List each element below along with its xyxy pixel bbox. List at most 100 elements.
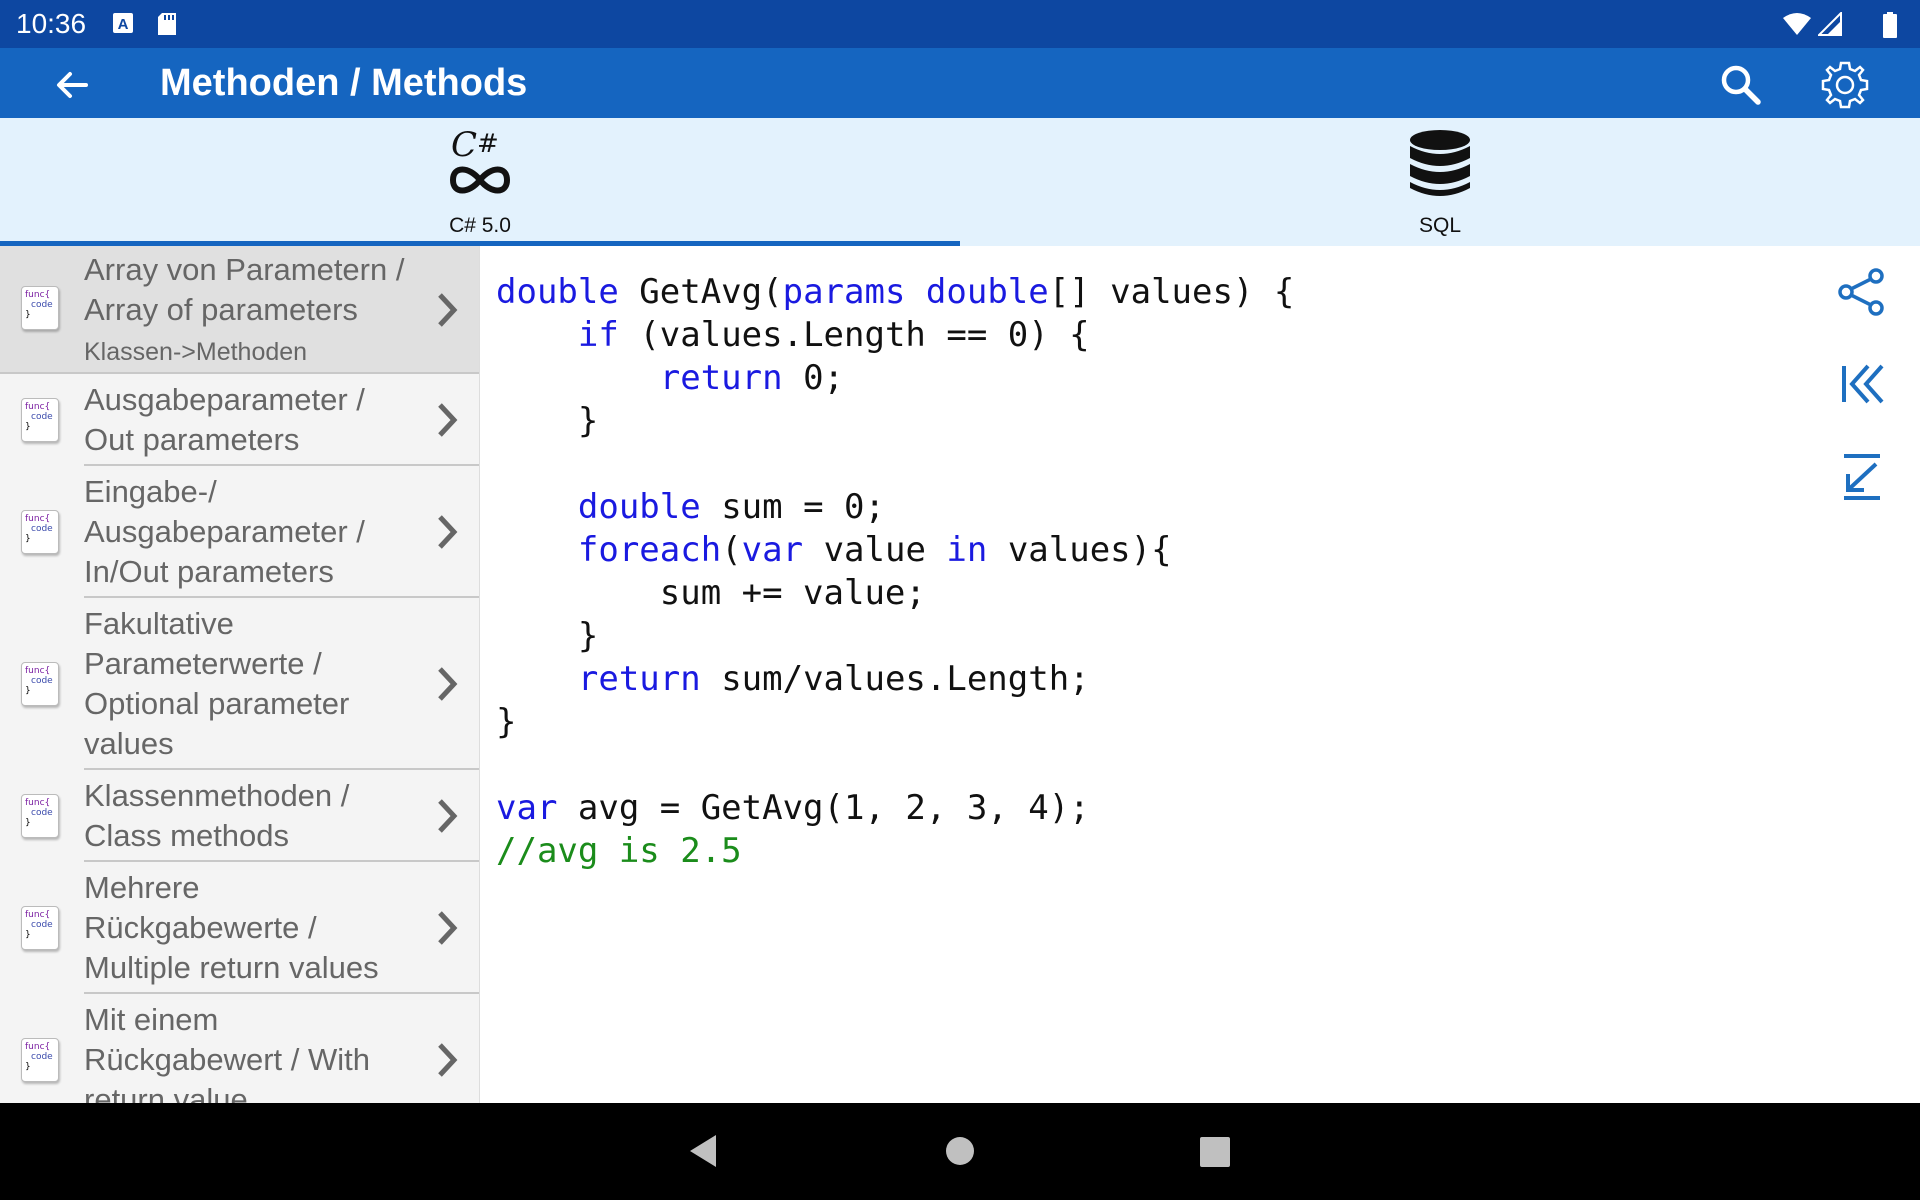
tab-bar: C # C# 5.0 SQL	[0, 118, 1920, 246]
code-line: double GetAvg(params double[] values) {	[496, 272, 1294, 312]
share-icon[interactable]	[1836, 266, 1888, 318]
code-line: return 0;	[496, 358, 844, 398]
csharp-infinity-icon: C #	[449, 128, 511, 194]
app-bar: Methoden / Methods	[0, 48, 1920, 118]
code-keyword: var	[741, 530, 804, 570]
list-item-label: Fakultative Parameterwerte / Optional pa…	[84, 606, 350, 761]
code-text: }	[496, 616, 599, 656]
nav-back-icon[interactable]	[686, 1133, 720, 1169]
system-nav-bar	[0, 1103, 1920, 1200]
code-line: //avg is 2.5	[496, 831, 742, 871]
list-item[interactable]: func{code} Ausgabeparameter / Out parame…	[0, 374, 479, 466]
code-text: }	[496, 401, 599, 441]
code-keyword: return	[577, 659, 701, 699]
list-item[interactable]: func{code} Klassenmethoden / Class metho…	[0, 770, 479, 862]
tab-csharp[interactable]: C # C# 5.0	[0, 118, 960, 246]
code-file-icon: func{code}	[21, 398, 59, 442]
status-bar: 10:36 A	[0, 0, 1920, 48]
code-file-icon: func{code}	[21, 510, 59, 554]
list-item-label: Mit einem Rückgabewert / With return val…	[84, 1002, 370, 1103]
tab-sql-label: SQL	[1418, 214, 1462, 237]
code-text: 0;	[782, 358, 845, 398]
scroll-to-bottom-icon[interactable]	[1836, 450, 1888, 502]
tab-sql[interactable]: SQL	[960, 118, 1920, 246]
code-text: avg = GetAvg(1, 2, 3, 4);	[557, 788, 1090, 828]
database-icon	[1410, 130, 1470, 196]
list-item[interactable]: func{code} Fakultative Parameterwerte / …	[0, 598, 479, 770]
chevron-right-icon	[438, 515, 458, 549]
code-keyword: double	[496, 272, 619, 312]
code-line: return sum/values.Length;	[496, 659, 1090, 699]
tab-csharp-label: C# 5.0	[449, 214, 511, 237]
code-text: values){	[987, 530, 1172, 570]
svg-text:C: C	[451, 128, 477, 165]
list-item-label: Mehrere Rückgabewerte / Multiple return …	[84, 870, 379, 985]
code-keyword: params	[782, 272, 906, 312]
code-line: double sum = 0;	[496, 487, 885, 527]
nav-home-icon[interactable]	[944, 1133, 976, 1169]
code-keyword: if	[577, 315, 619, 355]
code-text: [] values) {	[1048, 272, 1295, 312]
chevron-right-icon	[438, 799, 458, 833]
chevron-right-icon	[438, 293, 458, 327]
chevron-right-icon	[438, 1043, 458, 1077]
settings-gear-icon[interactable]	[1820, 60, 1870, 110]
list-item[interactable]: func{code} Eingabe-/ Ausgabeparameter / …	[0, 466, 479, 598]
code-line: var avg = GetAvg(1, 2, 3, 4);	[496, 788, 1090, 828]
code-text: sum = 0;	[700, 487, 885, 527]
code-line: sum += value;	[496, 573, 926, 613]
first-page-icon[interactable]	[1836, 358, 1888, 410]
search-icon[interactable]	[1718, 62, 1764, 108]
svg-text:A: A	[118, 16, 129, 33]
code-text: (values.Length == 0) {	[618, 315, 1090, 355]
code-file-icon: func{code}	[21, 662, 59, 706]
keyboard-notification-icon: A	[113, 13, 133, 33]
chevron-right-icon	[438, 911, 458, 945]
chevron-right-icon	[438, 403, 458, 437]
code-file-icon: func{code}	[21, 286, 59, 330]
code-line: }	[496, 702, 516, 742]
code-line: }	[496, 401, 598, 441]
code-text: sum += value;	[496, 573, 926, 613]
code-line: if (values.Length == 0) {	[496, 315, 1090, 355]
code-text: GetAvg(	[618, 272, 783, 312]
code-keyword: foreach	[577, 530, 722, 570]
code-keyword: var	[496, 788, 558, 828]
list-item-label: Array von Parametern / Array of paramete…	[84, 252, 405, 327]
list-item-label: Ausgabeparameter / Out parameters	[84, 382, 365, 457]
code-line: }	[496, 616, 598, 656]
nav-recents-icon[interactable]	[1198, 1133, 1232, 1169]
back-arrow-icon[interactable]	[50, 63, 94, 107]
code-file-icon: func{code}	[21, 906, 59, 950]
code-text: value	[803, 530, 947, 570]
code-file-icon: func{code}	[21, 1038, 59, 1082]
svg-text:#: #	[477, 129, 499, 159]
wifi-icon	[1783, 13, 1811, 35]
chevron-right-icon	[438, 667, 458, 701]
page-title: Methoden / Methods	[160, 62, 528, 104]
code-line: foreach(var value in values){	[496, 530, 1172, 570]
code-keyword: double	[577, 487, 701, 527]
status-time: 10:36	[16, 8, 87, 39]
code-view: double GetAvg(params double[] values) { …	[480, 260, 1780, 1090]
topic-list: func{code} Array von Parametern / Array …	[0, 246, 480, 1103]
list-item[interactable]: func{code} Mehrere Rückgabewerte / Multi…	[0, 862, 479, 994]
list-item[interactable]: func{code} Mit einem Rückgabewert / With…	[0, 994, 479, 1103]
list-item-label: Klassenmethoden / Class methods	[84, 778, 350, 853]
list-item[interactable]: func{code} Array von Parametern / Array …	[0, 246, 479, 374]
code-text: sum/values.Length;	[700, 659, 1090, 699]
cell-signal-icon	[1818, 12, 1842, 36]
code-text: (	[721, 530, 742, 570]
code-text: }	[496, 702, 517, 742]
code-file-icon: func{code}	[21, 794, 59, 838]
list-item-subtitle: Klassen->Methoden	[84, 338, 308, 366]
sd-card-icon	[158, 13, 176, 35]
code-comment: //avg is 2.5	[496, 831, 742, 871]
battery-icon	[1883, 12, 1897, 38]
